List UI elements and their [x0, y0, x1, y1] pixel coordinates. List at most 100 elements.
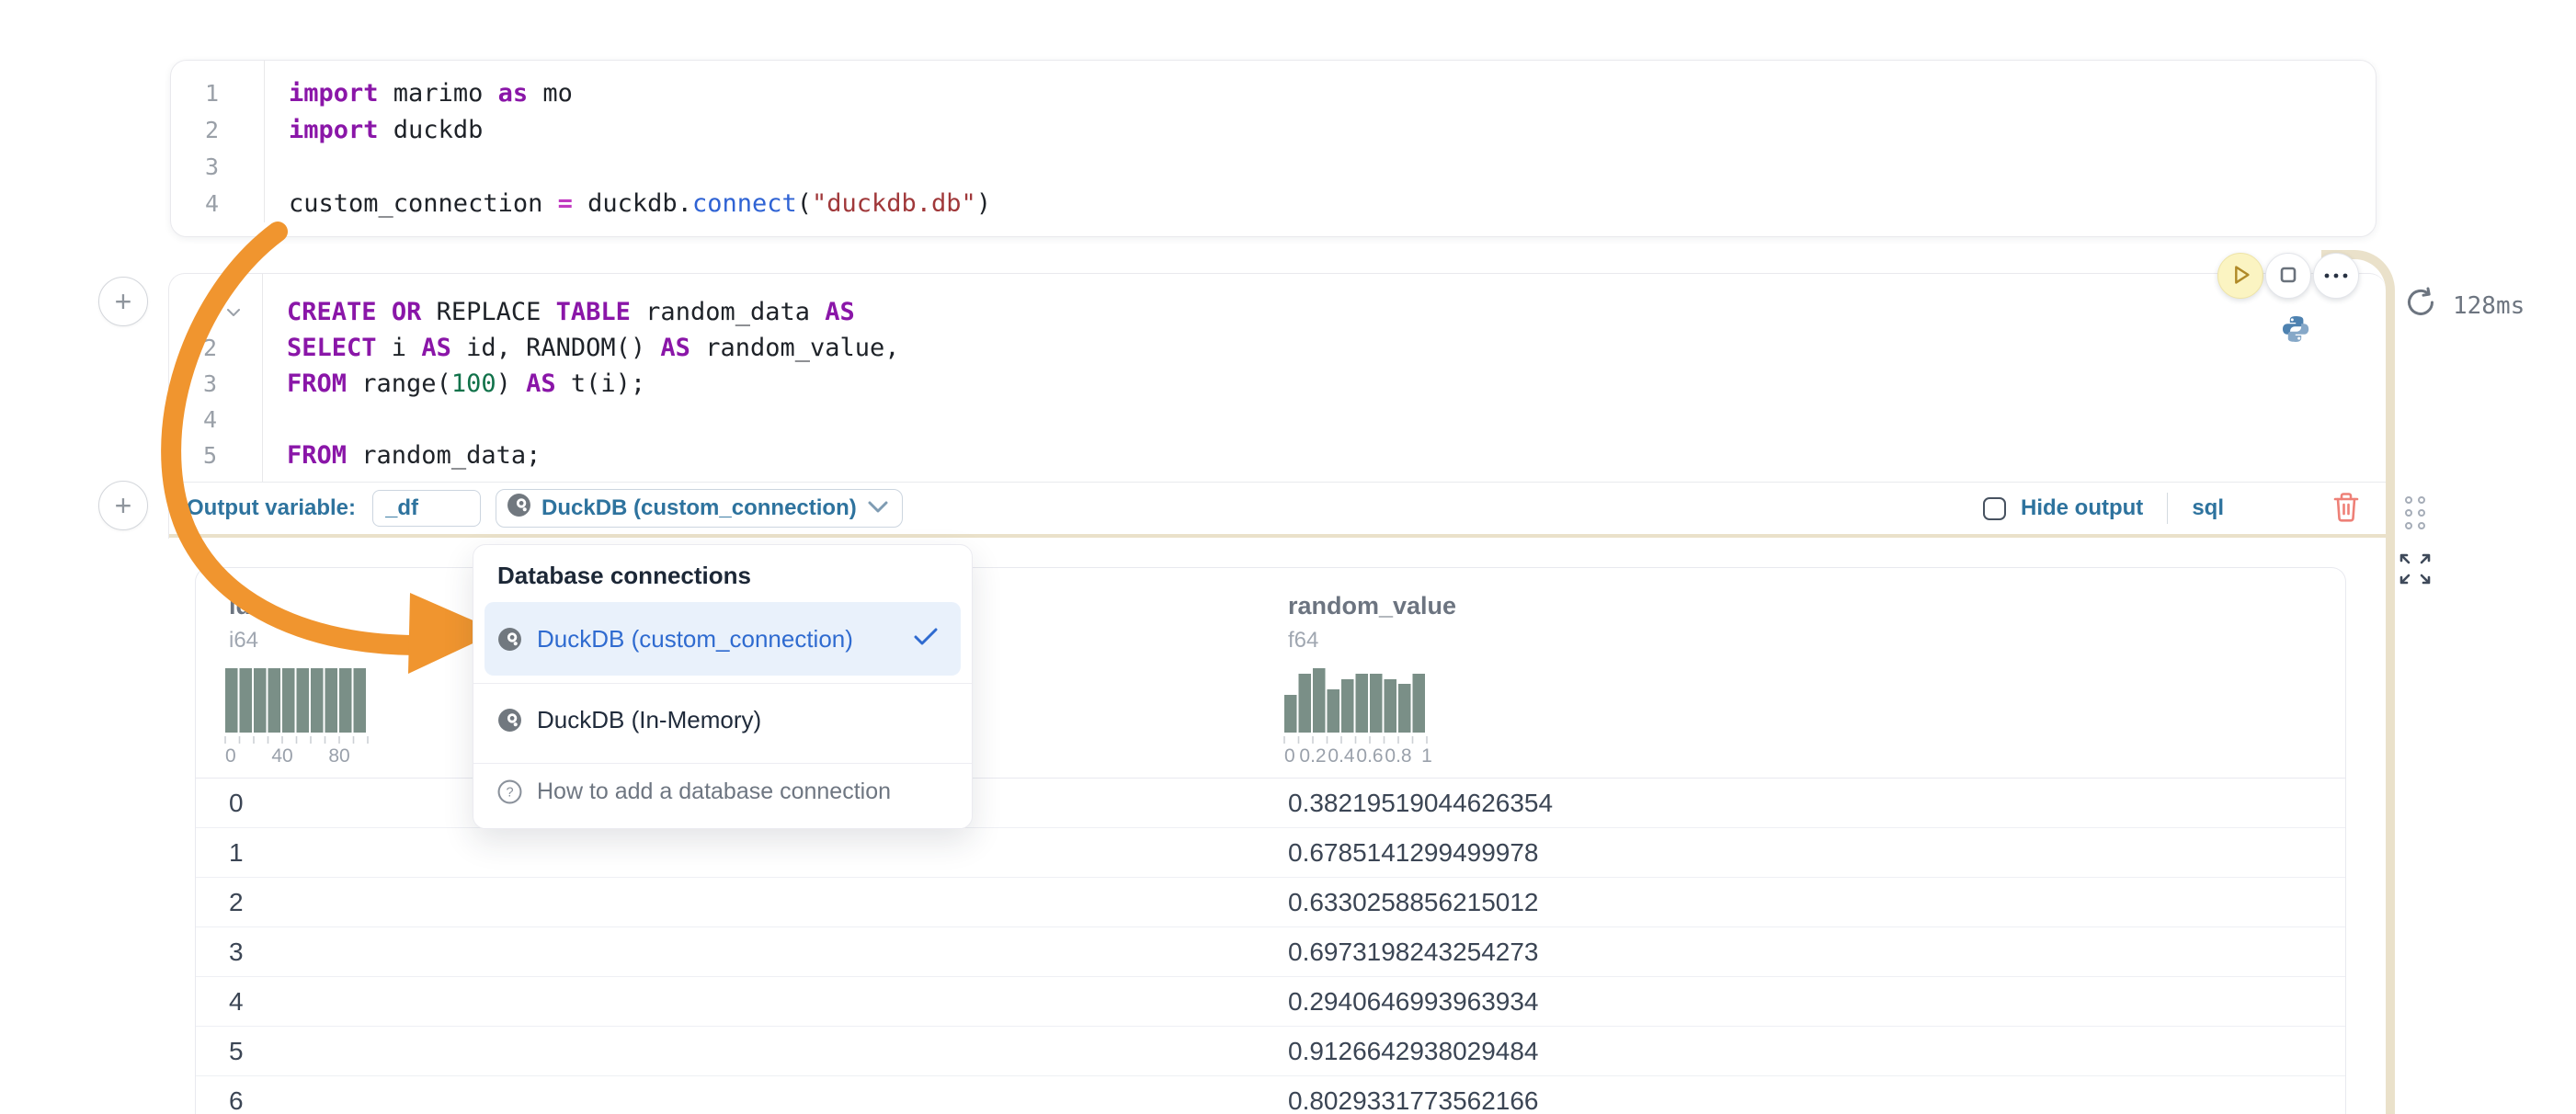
- refresh-icon[interactable]: [2403, 285, 2438, 326]
- stop-cell-button[interactable]: [2265, 253, 2311, 299]
- output-variable-input[interactable]: [372, 490, 481, 527]
- language-toggle[interactable]: sql: [2192, 495, 2224, 521]
- random-value-cell: 0.6973198243254273: [1288, 938, 1539, 967]
- table-row[interactable]: 60.8029331773562166: [196, 1076, 2345, 1114]
- python-language-icon[interactable]: [2281, 314, 2310, 344]
- duckdb-icon: [497, 708, 522, 733]
- table-row[interactable]: 10.6785141299499978: [196, 828, 2345, 878]
- column-name: id: [229, 592, 382, 620]
- fold-chevron-icon[interactable]: [217, 294, 271, 330]
- run-cell-button[interactable]: [2217, 253, 2263, 299]
- play-icon: [2227, 261, 2254, 291]
- line-number: 3: [169, 366, 217, 402]
- line-number: 1: [169, 294, 217, 330]
- table-row[interactable]: 2 0.6330258856215012: [196, 878, 2345, 927]
- table-row[interactable]: 4 0.2940646993963934: [196, 977, 2345, 1027]
- id-cell: 0: [229, 789, 244, 818]
- line-number: 4: [169, 402, 217, 438]
- stop-icon: [2275, 262, 2301, 290]
- code-text: import duckdb: [273, 112, 2376, 149]
- code-text: CREATE OR REPLACE TABLE random_data AS: [271, 294, 2386, 330]
- python-code-editor[interactable]: 1import marimo as mo2 import duckdb 3 4 cus…: [171, 61, 2376, 222]
- help-icon: ?: [497, 779, 522, 804]
- id-cell: 2: [229, 888, 244, 917]
- drag-handle[interactable]: [2405, 496, 2425, 529]
- code-text: FROM random_data;: [271, 438, 2386, 473]
- column-header-random-value[interactable]: random_value f64 00.20.40.60.81: [1288, 568, 1456, 769]
- code-line[interactable]: 5 FROM random_data;: [169, 438, 2386, 473]
- svg-text:0: 0: [225, 745, 236, 767]
- line-number: 5: [169, 438, 217, 473]
- fold-spacer: [219, 186, 273, 222]
- menu-header: Database connections: [497, 562, 751, 590]
- line-number: 2: [169, 330, 217, 366]
- id-cell: 4: [229, 987, 244, 1017]
- id-cell: 3: [229, 938, 244, 967]
- code-line[interactable]: 2 SELECT i AS id, RANDOM() AS random_valu…: [169, 330, 2386, 366]
- id-cell: 1: [229, 838, 244, 868]
- code-text: SELECT i AS id, RANDOM() AS random_value…: [271, 330, 2386, 366]
- code-line[interactable]: 3: [171, 149, 2376, 186]
- code-line[interactable]: 4: [169, 402, 2386, 438]
- python-cell[interactable]: 1import marimo as mo2 import duckdb 3 4 cus…: [170, 60, 2377, 237]
- svg-text:0.4: 0.4: [1328, 745, 1355, 767]
- line-number: 2: [171, 112, 219, 149]
- code-text: custom_connection = duckdb.connect("duck…: [273, 186, 2376, 222]
- code-line[interactable]: 3 FROM range(100) AS t(i);: [169, 366, 2386, 402]
- chevron-down-icon: [867, 495, 889, 521]
- random-value-cell: 0.2940646993963934: [1288, 987, 1539, 1017]
- fold-spacer: [217, 366, 271, 402]
- code-line[interactable]: 1 CREATE OR REPLACE TABLE random_data AS: [169, 294, 2386, 330]
- code-line[interactable]: 2 import duckdb: [171, 112, 2376, 149]
- expand-output-button[interactable]: [2398, 551, 2433, 589]
- id-histogram[interactable]: 04080: [224, 666, 382, 769]
- line-number: 3: [171, 149, 219, 186]
- random-value-histogram[interactable]: 00.20.40.60.81: [1283, 666, 1442, 769]
- table-row[interactable]: 3 0.6973198243254273: [196, 927, 2345, 977]
- code-text: FROM range(100) AS t(i);: [271, 366, 2386, 402]
- sql-cell[interactable]: 1CREATE OR REPLACE TABLE random_data AS2…: [168, 273, 2386, 539]
- sql-code-editor[interactable]: 1CREATE OR REPLACE TABLE random_data AS2…: [169, 274, 2386, 483]
- code-line[interactable]: 1import marimo as mo: [171, 75, 2376, 112]
- marimo-notebook: 1import marimo as mo2import duckdb3 4cus…: [0, 0, 2576, 1114]
- random-value-cell: 0.6330258856215012: [1288, 888, 1539, 917]
- fold-spacer: [217, 402, 271, 438]
- add-cell-button-bottom[interactable]: +: [98, 481, 148, 530]
- fold-spacer: [217, 330, 271, 366]
- menu-item-help[interactable]: ? How to add a database connection: [484, 756, 961, 827]
- menu-item-label: How to add a database connection: [537, 779, 891, 805]
- id-cell: 6: [229, 1086, 244, 1114]
- menu-item-duckdb-in-memory-[interactable]: DuckDB (In-Memory): [484, 684, 961, 756]
- database-connections-menu: Database connections DuckDB (custom_conn…: [473, 544, 973, 829]
- fold-spacer: [219, 112, 273, 149]
- svg-text:80: 80: [328, 745, 349, 767]
- runtime-text: 128ms: [2453, 292, 2525, 320]
- fold-spacer: [219, 75, 273, 112]
- fold-spacer: [217, 438, 271, 473]
- column-type: i64: [229, 628, 382, 654]
- column-name: random_value: [1288, 592, 1456, 620]
- connection-dropdown-label: DuckDB (custom_connection): [541, 495, 857, 521]
- line-number: 4: [171, 186, 219, 222]
- cell-runtime-status: 128ms: [2403, 285, 2525, 326]
- add-cell-button-top[interactable]: +: [98, 277, 148, 326]
- svg-text:?: ?: [506, 786, 513, 801]
- more-dots-icon: [2322, 269, 2350, 283]
- hide-output-checkbox[interactable]: [1983, 497, 2006, 520]
- hide-output-label: Hide output: [2021, 495, 2143, 521]
- code-line[interactable]: 4 custom_connection = duckdb.connect("duc…: [171, 186, 2376, 222]
- code-text: [273, 149, 2376, 186]
- trash-icon: [2332, 512, 2360, 526]
- table-row[interactable]: 50.9126642938029484: [196, 1027, 2345, 1076]
- duckdb-icon: [507, 493, 531, 524]
- random-value-cell: 0.9126642938029484: [1288, 1037, 1539, 1066]
- delete-cell-button[interactable]: [2332, 492, 2360, 526]
- code-text: [271, 402, 2386, 438]
- svg-text:0.8: 0.8: [1385, 745, 1411, 767]
- column-header-id[interactable]: id i64 04080: [229, 568, 382, 769]
- connection-dropdown-button[interactable]: DuckDB (custom_connection): [496, 489, 903, 528]
- code-text: import marimo as mo: [273, 75, 2376, 112]
- footer-right-group: Hide output sql: [1983, 492, 2360, 526]
- cell-menu-button[interactable]: [2313, 253, 2359, 299]
- menu-item-duckdb-custom-connection-[interactable]: DuckDB (custom_connection): [484, 602, 961, 676]
